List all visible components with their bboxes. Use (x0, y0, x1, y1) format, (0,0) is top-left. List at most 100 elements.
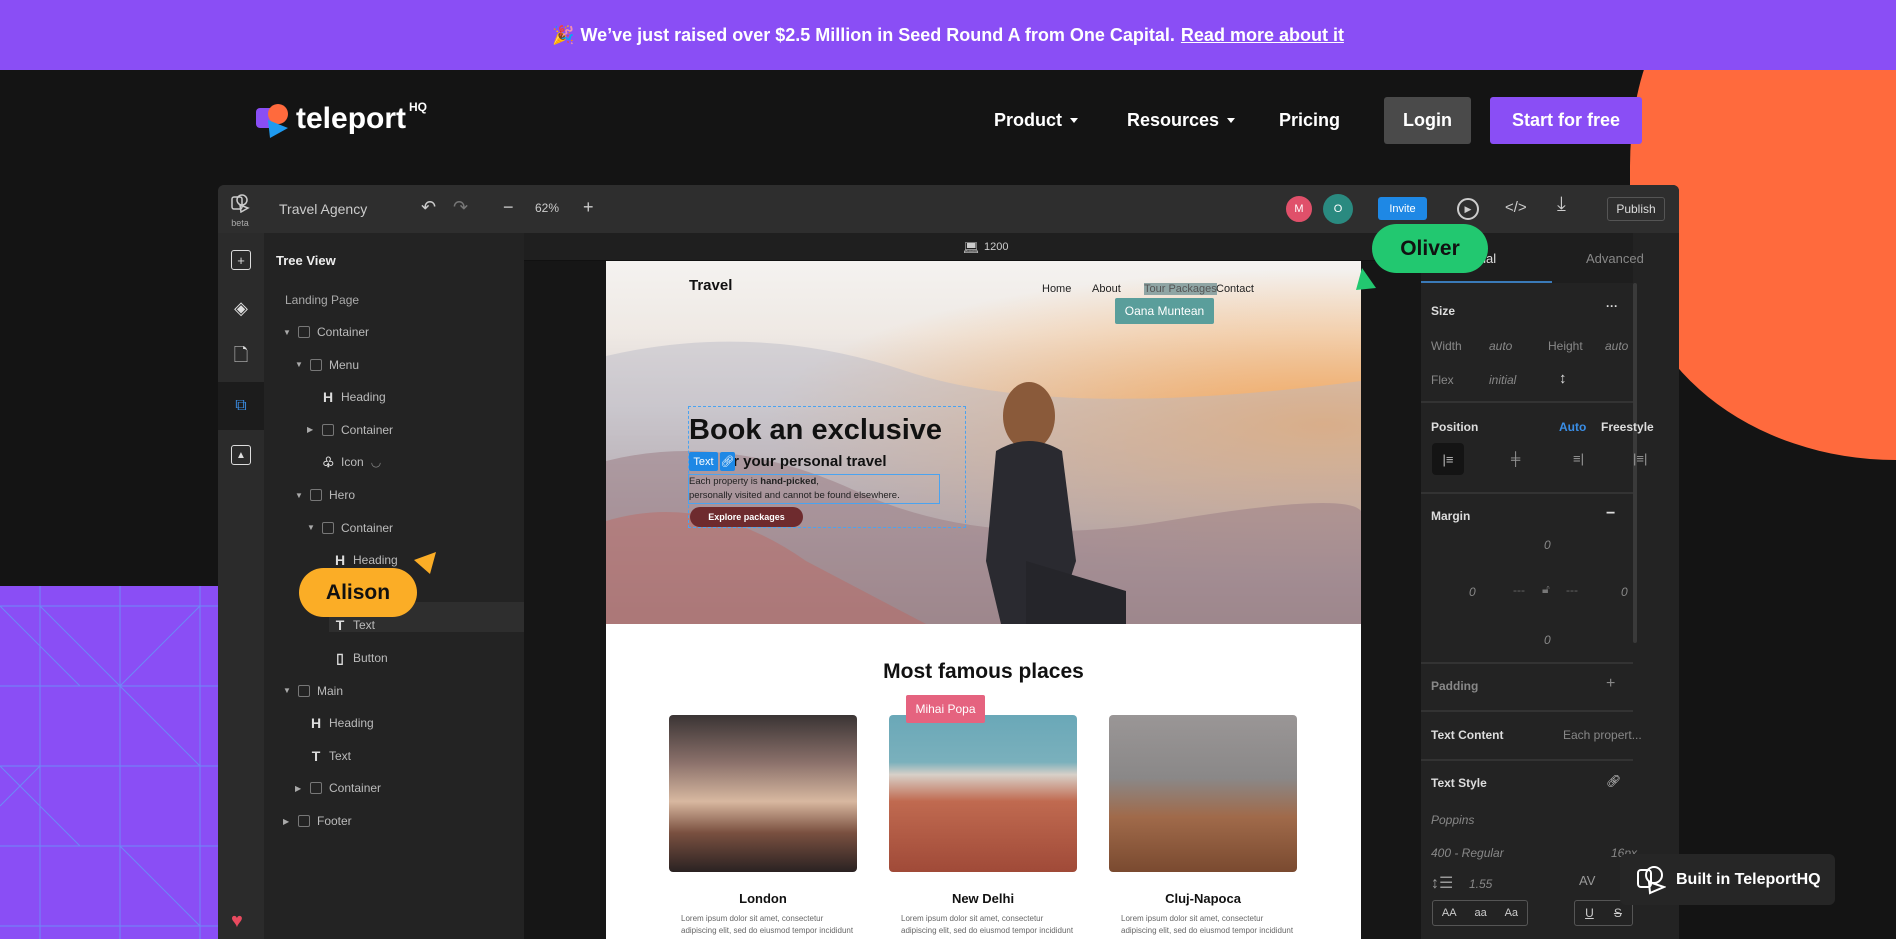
flex-value[interactable]: initial (1489, 373, 1516, 387)
width-value[interactable]: auto (1489, 339, 1512, 353)
site-nav-tour-packages[interactable]: Tour Packages (1144, 283, 1217, 295)
undo-icon[interactable]: ↶ (421, 197, 436, 218)
margin-top[interactable]: 0 (1544, 538, 1551, 552)
avatar-m[interactable]: M (1284, 194, 1314, 224)
hero-subtitle[interactable]: or your personal travel (724, 453, 887, 470)
line-height-value[interactable]: 1.55 (1469, 877, 1492, 891)
align-stretch-icon[interactable]: |≡| (1633, 451, 1647, 466)
tree-item[interactable]: T Text (295, 746, 351, 766)
site-nav-home[interactable]: Home (1042, 283, 1071, 295)
caret-down-icon[interactable]: ▼ (307, 523, 315, 532)
position-heading: Position (1431, 420, 1479, 434)
avatar-o[interactable]: O (1323, 194, 1353, 224)
tree-page-name[interactable]: Landing Page (285, 293, 359, 307)
caret-right-icon[interactable]: ▶ (307, 425, 315, 434)
tree-item[interactable]: ▼ Main (283, 681, 343, 701)
tree-item[interactable]: ♧ Icon ◡ (307, 452, 381, 472)
align-center-icon[interactable]: ╪ (1511, 451, 1520, 466)
hero-text[interactable]: Each property is hand-picked, personally … (688, 474, 940, 504)
add-padding-icon[interactable]: + (1606, 675, 1615, 693)
collapse-margin-icon[interactable]: − (1606, 505, 1615, 523)
tree-item[interactable]: T Text (319, 615, 375, 635)
download-icon[interactable]: ⤓ (1557, 193, 1566, 216)
more-icon[interactable]: ··· (1606, 299, 1618, 313)
text-content-value[interactable]: Each propert... (1563, 728, 1642, 742)
components-icon[interactable]: ◈ (231, 298, 251, 318)
caret-right-icon[interactable]: ▶ (295, 784, 303, 793)
zoom-level: 62% (535, 201, 560, 215)
underline-icon[interactable]: U (1585, 906, 1594, 920)
publish-button[interactable]: Publish (1607, 197, 1665, 221)
cursor-label-alison: Alison (299, 568, 417, 617)
heart-icon[interactable]: ♥ (231, 910, 243, 933)
site-nav-about[interactable]: About (1092, 283, 1121, 295)
caret-down-icon[interactable]: ▼ (295, 491, 303, 500)
tree-item[interactable]: ▼ Hero (295, 485, 355, 505)
tree-item[interactable]: H Heading (307, 387, 386, 407)
card-image-new-delhi[interactable] (889, 715, 1077, 872)
margin-left[interactable]: 0 (1469, 585, 1476, 599)
assets-image-icon[interactable]: ▲ (231, 445, 251, 465)
tree-item[interactable]: ▶ Footer (283, 811, 352, 831)
nav-resources[interactable]: Resources (1127, 110, 1236, 131)
tree-item[interactable]: ▶ Container (295, 778, 381, 798)
editor-logo[interactable]: beta (228, 193, 252, 228)
link-icon[interactable]: 🔗︎ (720, 452, 735, 471)
hero-title[interactable]: Book an exclusive (689, 414, 942, 447)
tab-advanced[interactable]: Advanced (1586, 251, 1644, 266)
tree-item[interactable]: ▼ Menu (295, 355, 359, 375)
laptop-icon[interactable]: 💻︎ (963, 240, 980, 256)
tree-item[interactable]: ▼ Container (283, 322, 369, 342)
card-image-cluj-napoca[interactable] (1109, 715, 1297, 872)
uppercase-button[interactable]: AA (1442, 907, 1457, 919)
zoom-in-icon[interactable]: + (583, 197, 594, 218)
height-value[interactable]: auto (1605, 339, 1628, 353)
pages-icon[interactable]: 🗋 (231, 345, 251, 368)
logo[interactable]: teleport HQ (254, 100, 427, 138)
capitalize-button[interactable]: Aa (1505, 907, 1518, 919)
margin-right[interactable]: 0 (1621, 585, 1628, 599)
site-nav-contact[interactable]: Contact (1216, 283, 1254, 295)
card-image-london[interactable] (669, 715, 857, 872)
tree-item[interactable]: H Heading (295, 713, 374, 733)
nav-pricing[interactable]: Pricing (1279, 110, 1340, 131)
font-family-value[interactable]: Poppins (1431, 813, 1474, 827)
tree-item-label: Menu (329, 357, 360, 372)
tree-item[interactable]: ▼ Container (307, 518, 393, 538)
cursor-pointer-alison-icon (414, 552, 436, 574)
align-left-icon[interactable]: |≡ (1432, 443, 1464, 475)
redo-icon[interactable]: ↷ (453, 197, 468, 218)
caret-down-icon[interactable]: ▼ (283, 686, 291, 695)
start-for-free-button[interactable]: Start for free (1490, 97, 1642, 144)
tree-item[interactable]: ▶ Container (307, 420, 393, 440)
project-name[interactable]: Travel Agency (279, 201, 367, 217)
position-freestyle[interactable]: Freestyle (1601, 420, 1654, 434)
text-style-link-icon[interactable]: 🔗︎ (1606, 774, 1621, 788)
hidden-eye-icon[interactable]: ◡ (371, 455, 381, 469)
lock-icon[interactable]: 🔓︎ (1542, 582, 1550, 597)
site-brand[interactable]: Travel (689, 277, 732, 294)
vertical-resize-icon[interactable]: ↕ (1559, 370, 1567, 387)
margin-bottom[interactable]: 0 (1544, 633, 1551, 647)
nav-pricing-label: Pricing (1279, 110, 1341, 130)
add-icon[interactable]: + (231, 250, 251, 270)
caret-right-icon[interactable]: ▶ (283, 817, 291, 826)
zoom-out-icon[interactable]: − (503, 197, 514, 218)
lowercase-button[interactable]: aa (1474, 907, 1486, 919)
invite-button[interactable]: Invite (1378, 197, 1427, 220)
login-button[interactable]: Login (1384, 97, 1471, 144)
built-in-teleporthq-badge[interactable]: Built in TeleportHQ (1620, 854, 1835, 905)
caret-down-icon[interactable]: ▼ (295, 360, 303, 369)
banner-link[interactable]: Read more about it (1181, 25, 1344, 46)
tree-item[interactable]: ▯ Button (319, 648, 388, 668)
strikethrough-icon[interactable]: S (1614, 906, 1622, 920)
align-right-icon[interactable]: ≡| (1573, 451, 1584, 466)
font-weight-value[interactable]: 400 - Regular (1431, 846, 1504, 860)
nav-product[interactable]: Product (994, 110, 1079, 131)
preview-play-icon[interactable]: ▶ (1457, 198, 1479, 220)
explore-packages-button[interactable]: Explore packages (690, 507, 803, 527)
caret-down-icon[interactable]: ▼ (283, 328, 291, 337)
position-auto[interactable]: Auto (1559, 420, 1586, 434)
code-icon[interactable]: </> (1505, 199, 1527, 216)
tree-view-icon[interactable]: ⧉ (231, 396, 251, 416)
